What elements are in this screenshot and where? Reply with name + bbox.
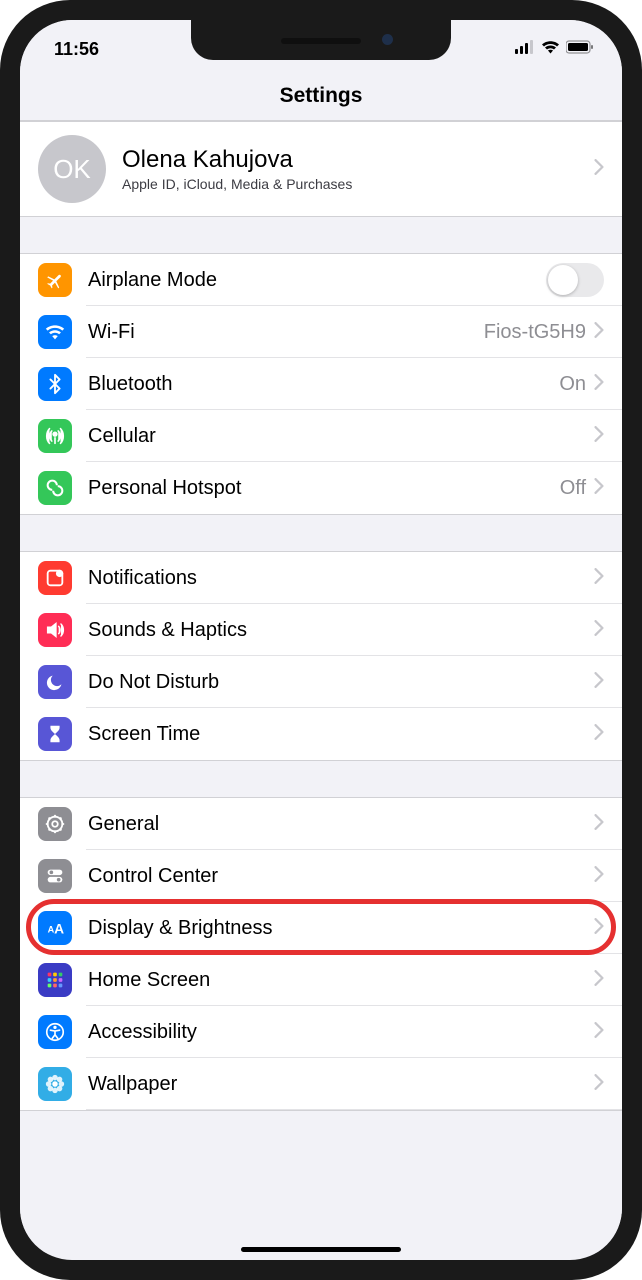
toggles-icon	[38, 859, 72, 893]
page-title: Settings	[20, 84, 622, 108]
row-label: Bluetooth	[88, 373, 559, 396]
home-indicator[interactable]	[241, 1247, 401, 1252]
notch	[191, 20, 451, 60]
home-screen-row[interactable]: Home Screen	[20, 954, 622, 1006]
personal-hotspot-row[interactable]: Personal Hotspot Off	[20, 462, 622, 514]
status-icons	[515, 40, 594, 59]
notifications-icon	[38, 561, 72, 595]
link-icon	[38, 471, 72, 505]
chevron-right-icon	[594, 1074, 604, 1095]
chevron-right-icon	[594, 866, 604, 887]
row-label: Notifications	[88, 567, 594, 590]
gear-icon	[38, 807, 72, 841]
chevron-right-icon	[594, 918, 604, 939]
wifi-row[interactable]: Wi-Fi Fios-tG5H9	[20, 306, 622, 358]
screen: 11:56 Settings OK	[20, 20, 622, 1260]
navigation-bar: Settings	[20, 70, 622, 121]
chevron-right-icon	[594, 620, 604, 641]
sounds-haptics-row[interactable]: Sounds & Haptics	[20, 604, 622, 656]
row-label: Control Center	[88, 865, 594, 888]
bluetooth-row[interactable]: Bluetooth On	[20, 358, 622, 410]
row-detail: On	[559, 373, 586, 396]
chevron-right-icon	[594, 478, 604, 499]
device-group: General Control Center AA Display & Brig…	[20, 797, 622, 1111]
row-label: Screen Time	[88, 723, 594, 746]
chevron-right-icon	[594, 814, 604, 835]
row-detail: Fios-tG5H9	[484, 321, 586, 344]
profile-group: OK Olena Kahujova Apple ID, iCloud, Medi…	[20, 121, 622, 217]
wifi-status-icon	[541, 40, 560, 59]
textsize-icon: AA	[38, 911, 72, 945]
svg-text:A: A	[54, 922, 64, 937]
antenna-icon	[38, 419, 72, 453]
row-label: General	[88, 813, 594, 836]
flower-icon	[38, 1067, 72, 1101]
wallpaper-row[interactable]: Wallpaper	[20, 1058, 622, 1110]
chevron-right-icon	[594, 159, 604, 180]
control-center-row[interactable]: Control Center	[20, 850, 622, 902]
status-time: 11:56	[54, 39, 99, 60]
cellular-row[interactable]: Cellular	[20, 410, 622, 462]
chevron-right-icon	[594, 724, 604, 745]
row-detail: Off	[560, 477, 586, 500]
bluetooth-icon	[38, 367, 72, 401]
row-label: Personal Hotspot	[88, 477, 560, 500]
row-label: Cellular	[88, 425, 594, 448]
row-label: Display & Brightness	[88, 917, 594, 940]
airplane-mode-row[interactable]: Airplane Mode	[20, 254, 622, 306]
settings-list[interactable]: OK Olena Kahujova Apple ID, iCloud, Medi…	[20, 121, 622, 1253]
profile-name: Olena Kahujova	[122, 146, 594, 174]
chevron-right-icon	[594, 970, 604, 991]
apple-id-row[interactable]: OK Olena Kahujova Apple ID, iCloud, Medi…	[20, 122, 622, 216]
row-label: Accessibility	[88, 1021, 594, 1044]
row-label: Sounds & Haptics	[88, 619, 594, 642]
profile-subtitle: Apple ID, iCloud, Media & Purchases	[122, 176, 594, 192]
grid-icon	[38, 963, 72, 997]
notifications-row[interactable]: Notifications	[20, 552, 622, 604]
chevron-right-icon	[594, 322, 604, 343]
chevron-right-icon	[594, 568, 604, 589]
display-brightness-row[interactable]: AA Display & Brightness	[20, 902, 622, 954]
chevron-right-icon	[594, 374, 604, 395]
row-label: Wi-Fi	[88, 321, 484, 344]
row-label: Airplane Mode	[88, 269, 546, 292]
alerts-group: Notifications Sounds & Haptics Do Not Di…	[20, 551, 622, 761]
do-not-disturb-row[interactable]: Do Not Disturb	[20, 656, 622, 708]
device-frame: 11:56 Settings OK	[0, 0, 642, 1280]
accessibility-row[interactable]: Accessibility	[20, 1006, 622, 1058]
cellular-signal-icon	[515, 40, 535, 59]
battery-icon	[566, 40, 594, 59]
avatar: OK	[38, 135, 106, 203]
chevron-right-icon	[594, 672, 604, 693]
moon-icon	[38, 665, 72, 699]
general-row[interactable]: General	[20, 798, 622, 850]
wifi-icon	[38, 315, 72, 349]
airplane-mode-switch[interactable]	[546, 263, 604, 297]
chevron-right-icon	[594, 1022, 604, 1043]
speaker-icon	[38, 613, 72, 647]
airplane-icon	[38, 263, 72, 297]
row-label: Wallpaper	[88, 1073, 594, 1096]
row-label: Home Screen	[88, 969, 594, 992]
chevron-right-icon	[594, 426, 604, 447]
accessibility-icon	[38, 1015, 72, 1049]
row-label: Do Not Disturb	[88, 671, 594, 694]
hourglass-icon	[38, 717, 72, 751]
connectivity-group: Airplane Mode Wi-Fi Fios-tG5H9 Bluetooth…	[20, 253, 622, 515]
screen-time-row[interactable]: Screen Time	[20, 708, 622, 760]
